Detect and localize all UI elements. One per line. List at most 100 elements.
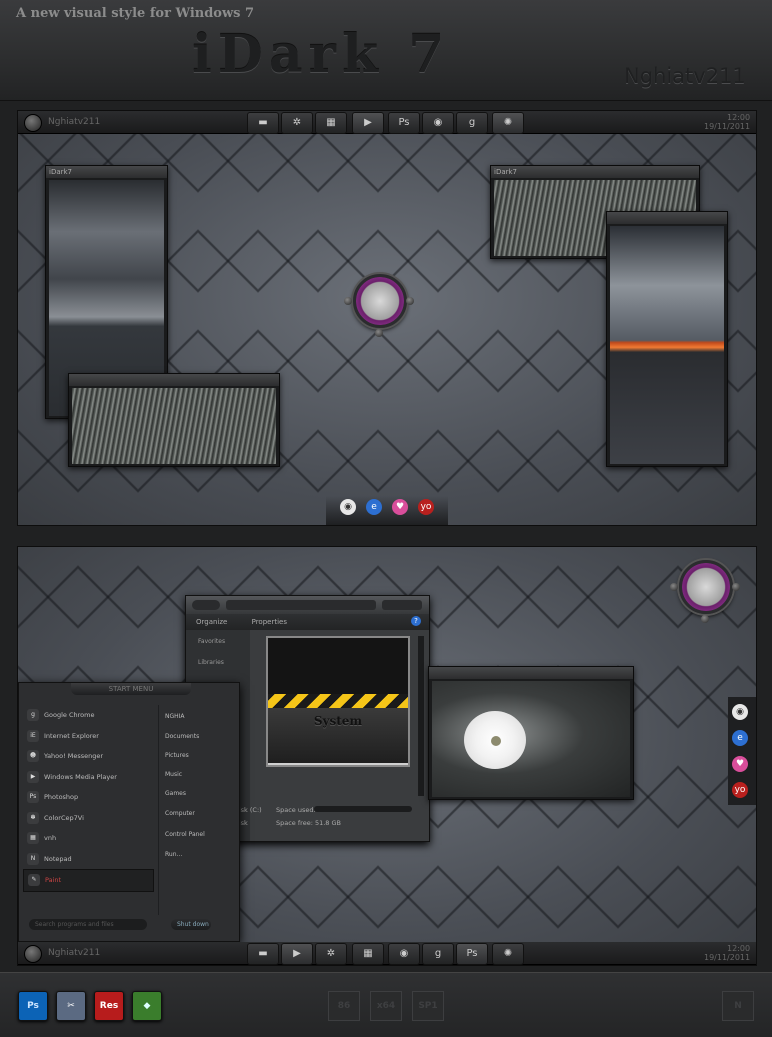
yahoo-icon[interactable]: yo (418, 499, 434, 515)
taskbar-photoshop-button[interactable]: Ps (388, 112, 420, 134)
gadget-knob-right[interactable] (732, 583, 740, 591)
hazard-stripe (268, 694, 408, 708)
photo-widget-sunset[interactable] (606, 211, 728, 467)
widget-title: iDark7 (491, 166, 699, 178)
notepad-icon: N (27, 852, 39, 865)
windows-icon: ▦ (27, 832, 39, 844)
taskbar-colorcep-button[interactable]: ✺ (492, 112, 524, 134)
taskbar-colorcep-button[interactable]: ✺ (492, 943, 524, 965)
address-bar[interactable] (226, 600, 376, 610)
header: A new visual style for Windows 7 iDark 7… (0, 0, 772, 101)
taskbar-user: Nghiatv211 (48, 117, 101, 127)
gadget-knob-bottom[interactable] (375, 329, 383, 337)
gadget-knob-left[interactable] (344, 297, 352, 305)
gadget-knob-right[interactable] (406, 297, 414, 305)
chrome-icon[interactable]: ◉ (340, 499, 356, 515)
sunset-photo (610, 226, 724, 464)
theme-patcher-icon[interactable]: ◆ (132, 991, 162, 1021)
taskbar-windows-button[interactable]: ▦ (315, 112, 347, 134)
start-orb[interactable] (24, 114, 42, 132)
play-icon: ▶ (364, 117, 372, 128)
list-item[interactable]: ☻ Yahoo! Messenger (23, 746, 154, 767)
photo-widget-grass-left[interactable] (68, 373, 280, 467)
ie-icon[interactable]: e (366, 499, 382, 515)
photoshop-icon[interactable]: Ps (18, 991, 48, 1021)
place-run[interactable]: Run... (165, 851, 182, 858)
side-dock: ◉ e ♥ yo (728, 697, 756, 805)
gadget-knob-bottom[interactable] (701, 615, 709, 623)
taskbar-windows-button[interactable]: ▦ (352, 943, 384, 965)
place-games[interactable]: Games (165, 790, 186, 797)
taskbar-media-button[interactable]: ▶ (281, 943, 313, 965)
start-orb[interactable] (24, 945, 42, 963)
chrome-icon: ◉ (433, 117, 443, 128)
grass-photo (72, 388, 276, 464)
taskbar-google-button[interactable]: g (422, 943, 454, 965)
heart-icon[interactable]: ♥ (732, 756, 748, 772)
list-item[interactable]: N Notepad (23, 849, 154, 870)
clock: 12:00 19/11/2011 (704, 113, 750, 131)
clock: 12:00 19/11/2011 (704, 944, 750, 962)
avatar-gadget[interactable] (679, 560, 733, 614)
colorcep-icon: ✺ (503, 948, 513, 959)
paint-icon: ✎ (28, 874, 40, 886)
explorer-titlebar[interactable] (186, 596, 429, 614)
list-item-active[interactable]: ✎ Paint (23, 869, 154, 892)
flower-photo (432, 681, 630, 797)
list-item[interactable]: ▶ Windows Media Player (23, 767, 154, 788)
taskbar-media-button[interactable]: ▶ (352, 112, 384, 134)
taskbar-photoshop-button[interactable]: Ps (456, 943, 488, 965)
photo-widget-flower[interactable] (428, 666, 634, 800)
system-drive-preview[interactable]: System (266, 636, 410, 767)
place-computer[interactable]: Computer (165, 810, 195, 817)
taskbar-google-button[interactable]: g (456, 112, 488, 134)
sidebar-item-favorites[interactable]: Favorites (186, 630, 250, 645)
place-pictures[interactable]: Pictures (165, 752, 189, 759)
heart-icon[interactable]: ♥ (392, 499, 408, 515)
clock-date: 19/11/2011 (704, 122, 751, 131)
colorcep-icon: ✺ (503, 117, 513, 128)
place-control-panel[interactable]: Control Panel (165, 831, 205, 838)
back-forward-button[interactable] (192, 600, 220, 610)
place-music[interactable]: Music (165, 771, 182, 778)
explorer-toolbar: Organize Properties ? (186, 614, 429, 630)
sidebar-item-libraries[interactable]: Libraries (186, 645, 250, 666)
program-list: g Google Chrome iE Internet Explorer ☻ Yaho… (23, 705, 154, 915)
sp1-badge: SP1 (412, 991, 444, 1021)
taskbar-folder-button[interactable]: ▬ (247, 112, 279, 134)
start-menu: START MENU g Google Chrome iE Internet Exp… (18, 682, 240, 942)
taskbar-chrome-button[interactable]: ◉ (422, 112, 454, 134)
ie-icon[interactable]: e (732, 730, 748, 746)
list-item[interactable]: iE Internet Explorer (23, 726, 154, 747)
desktop-screenshot-1: Nghiatv211 ▬ ✲ ▦ ▶ Ps ◉ g ✺ 12:00 19/11/… (17, 110, 757, 526)
resource-hacker-icon[interactable]: Res (94, 991, 124, 1021)
shutdown-button[interactable]: Shut down (171, 919, 211, 930)
drive-label: System (268, 708, 408, 763)
tools-icon[interactable]: ✂ (56, 991, 86, 1021)
place-user[interactable]: NGHIA (165, 713, 185, 720)
list-item[interactable]: g Google Chrome (23, 705, 154, 726)
taskbar-yahoo-button[interactable]: ✲ (281, 112, 313, 134)
help-icon[interactable]: ? (411, 616, 421, 626)
bottom-bar: Ps ✂ Res ◆ 86 x64 SP1 N (0, 972, 772, 1037)
list-item[interactable]: ▦ vnh (23, 828, 154, 849)
list-item[interactable]: Ps Photoshop (23, 787, 154, 808)
chrome-icon: g (27, 709, 39, 721)
search-box[interactable] (382, 600, 422, 610)
chrome-icon[interactable]: ◉ (732, 704, 748, 720)
folder-icon: ▬ (258, 948, 268, 959)
list-item[interactable]: ✽ ColorCep7Vi (23, 808, 154, 829)
scrollbar[interactable] (418, 636, 424, 796)
place-documents[interactable]: Documents (165, 733, 199, 740)
gadget-knob-left[interactable] (670, 583, 678, 591)
properties-button[interactable]: Properties (252, 618, 287, 626)
taskbar-yahoo-button[interactable]: ✲ (315, 943, 347, 965)
avatar-gadget[interactable] (353, 274, 407, 328)
search-input[interactable]: Search programs and files (29, 919, 147, 930)
organize-button[interactable]: Organize (196, 618, 227, 626)
yahoo-icon[interactable]: yo (732, 782, 748, 798)
taskbar-chrome-button[interactable]: ◉ (388, 943, 420, 965)
taskbar-folder-button[interactable]: ▬ (247, 943, 279, 965)
start-menu-header: START MENU (71, 683, 191, 695)
yahoo-icon: ✲ (292, 117, 302, 128)
